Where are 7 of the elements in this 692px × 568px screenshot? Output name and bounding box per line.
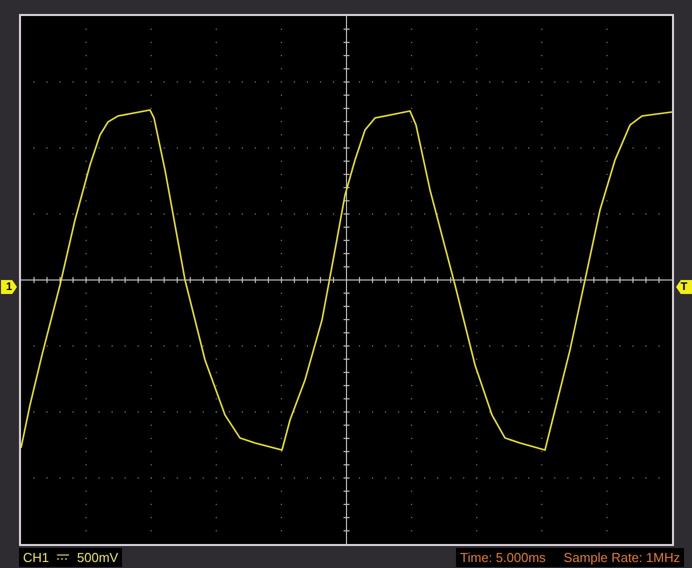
- trigger-marker[interactable]: T: [676, 280, 692, 294]
- volts-per-div: 500mV: [77, 550, 118, 564]
- channel-marker[interactable]: 1: [1, 280, 17, 294]
- sample-rate: Sample Rate: 1MHz: [564, 550, 680, 564]
- channel-label: CH1: [23, 550, 50, 564]
- dc-coupling-icon: [57, 554, 70, 560]
- time-base: Time: 5.000ms: [460, 550, 546, 564]
